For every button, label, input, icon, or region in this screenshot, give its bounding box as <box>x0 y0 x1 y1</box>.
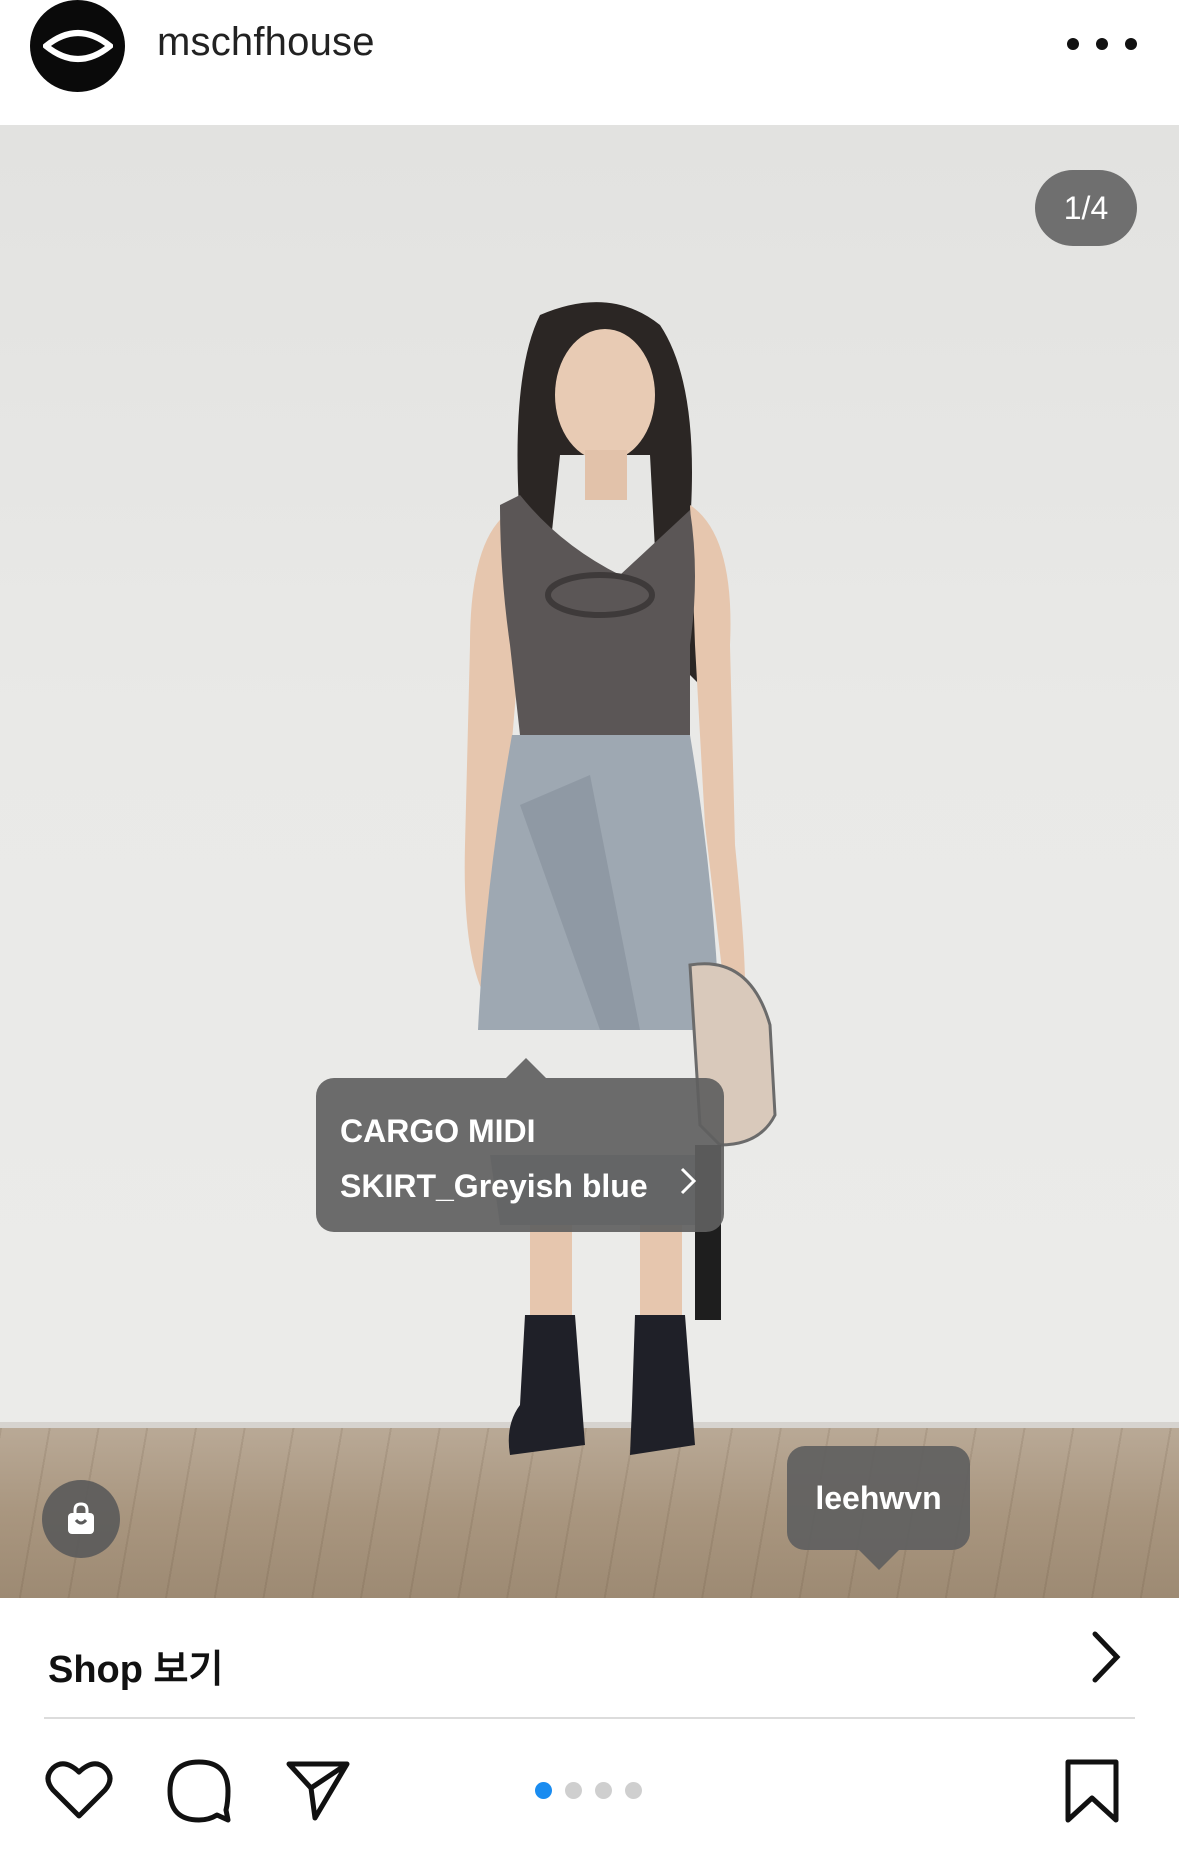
carousel-dot-4 <box>625 1782 642 1799</box>
model-figure <box>464 302 777 1455</box>
username[interactable]: mschfhouse <box>157 20 375 65</box>
eye-logo-icon <box>42 30 113 62</box>
chevron-right-icon <box>1092 1631 1121 1683</box>
carousel-indicator <box>535 1782 642 1799</box>
product-tag-line1: CARGO MIDI <box>340 1113 536 1149</box>
profile-avatar[interactable] <box>30 0 125 92</box>
face <box>555 329 655 461</box>
send-icon[interactable] <box>285 1758 351 1822</box>
product-tag-line2: SKIRT_Greyish blue <box>340 1168 648 1204</box>
action-bar <box>0 1720 1179 1853</box>
more-options-icon[interactable] <box>1067 24 1137 64</box>
post-photo[interactable]: 1/4 CARGO MIDI SKIRT_Greyish blue leehwv… <box>0 125 1179 1598</box>
user-tag[interactable]: leehwvn <box>787 1446 970 1570</box>
chevron-right-icon <box>680 1167 696 1195</box>
carousel-dot-2 <box>565 1782 582 1799</box>
bookmark-icon[interactable] <box>1064 1758 1120 1824</box>
image-counter: 1/4 <box>1035 170 1137 246</box>
shop-row[interactable]: Shop 보기 <box>0 1598 1179 1718</box>
post-header: mschfhouse <box>0 0 1179 125</box>
left-boot <box>508 1315 585 1455</box>
shop-label: Shop 보기 <box>48 1649 224 1691</box>
carousel-dot-3 <box>595 1782 612 1799</box>
divider <box>44 1717 1135 1719</box>
heart-icon[interactable] <box>44 1758 114 1822</box>
carousel-dot-1 <box>535 1782 552 1799</box>
comment-icon[interactable] <box>166 1758 232 1824</box>
right-boot <box>630 1315 695 1455</box>
product-tag[interactable]: CARGO MIDI SKIRT_Greyish blue <box>316 1058 724 1232</box>
shopping-bag-icon[interactable] <box>42 1480 120 1558</box>
neck <box>585 450 627 500</box>
